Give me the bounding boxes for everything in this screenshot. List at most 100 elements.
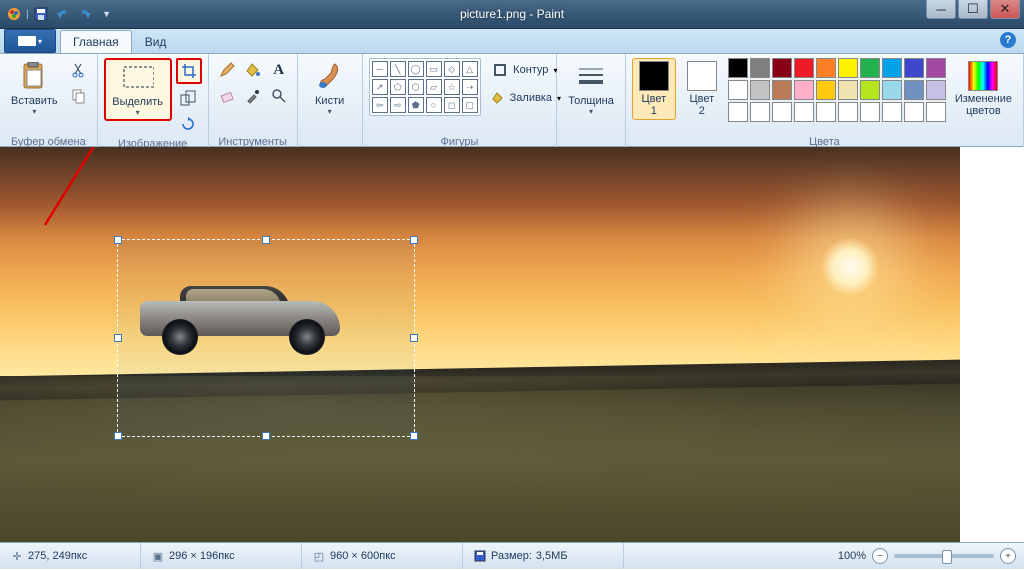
paste-label: Вставить [11,95,58,107]
palette-swatch[interactable] [926,102,946,122]
text-tool[interactable]: A [267,58,291,82]
shape-fill-label: Заливка [510,92,552,104]
disk-icon [473,549,487,563]
color1-label: Цвет 1 [642,93,667,117]
help-icon[interactable]: ? [1000,32,1016,48]
file-menu-button[interactable]: ▾ [4,29,56,53]
crop-button[interactable] [176,58,202,84]
save-icon[interactable] [31,4,51,24]
palette-swatch[interactable] [882,58,902,78]
palette-swatch[interactable] [728,102,748,122]
ribbon: Вставить ▾ Буфер обмена Выделить ▾ Изобр [0,54,1024,147]
color1-button[interactable]: Цвет 1 [632,58,676,120]
palette-swatch[interactable] [904,58,924,78]
palette-swatch[interactable] [772,58,792,78]
sun-graphic [820,237,880,297]
select-label: Выделить [112,96,163,108]
palette-swatch[interactable] [794,102,814,122]
copy-button[interactable] [67,84,91,108]
palette-swatch[interactable] [772,80,792,100]
palette-swatch[interactable] [838,58,858,78]
pencil-tool[interactable] [215,58,239,82]
palette-swatch[interactable] [750,102,770,122]
shape-outline-label: Контур [513,64,548,76]
palette-swatch[interactable] [750,80,770,100]
palette-swatch[interactable] [838,80,858,100]
shapes-gallery[interactable]: ─╲◯▭◇△ ↗⬠⬡▱☆➝ ⇦⇨⬟○◻▢ [369,58,481,116]
zoom-control: 100% − + [838,548,1016,564]
edit-colors-label: Изменение цветов [955,93,1012,117]
ribbon-tabs: ▾ Главная Вид [0,29,1024,54]
palette-swatch[interactable] [860,80,880,100]
cut-button[interactable] [67,58,91,82]
zoom-in-button[interactable]: + [1000,548,1016,564]
color-picker-tool[interactable] [241,84,265,108]
palette-swatch[interactable] [926,58,946,78]
color2-label: Цвет 2 [690,93,715,117]
color2-button[interactable]: Цвет 2 [680,58,724,120]
file-size-value: 3,5МБ [536,550,568,562]
palette-swatch[interactable] [838,102,858,122]
palette-swatch[interactable] [882,102,902,122]
qat-customize-icon[interactable]: ▼ [97,4,117,24]
crosshair-icon: ✛ [10,549,24,563]
shape-outline-button[interactable]: Контур ▾ [485,58,566,82]
shape-fill-button[interactable]: Заливка ▾ [485,86,566,110]
palette-swatch[interactable] [728,80,748,100]
thickness-label: Толщина [568,95,614,107]
palette-swatch[interactable] [750,58,770,78]
chevron-down-icon: ▾ [589,107,593,116]
resize-button[interactable] [176,86,200,110]
palette-swatch[interactable] [794,80,814,100]
palette-swatch[interactable] [926,80,946,100]
maximize-button[interactable]: ☐ [958,0,988,19]
app-icon [4,4,24,24]
palette-swatch[interactable] [860,58,880,78]
select-button[interactable]: Выделить ▾ [104,58,172,121]
tab-view[interactable]: Вид [132,30,180,53]
canvas-size-icon: ◰ [312,549,326,563]
brushes-label: Кисти [315,95,344,107]
title-bar: | ▼ picture1.png - Paint ─ ☐ ✕ [0,0,1024,29]
palette-swatch[interactable] [816,102,836,122]
palette-swatch[interactable] [816,80,836,100]
rotate-button[interactable] [176,112,200,136]
paste-button[interactable]: Вставить ▾ [6,58,63,119]
palette-swatch[interactable] [882,80,902,100]
chevron-down-icon: ▾ [136,108,140,117]
cursor-pos-value: 275, 249пкс [28,550,87,562]
palette-swatch[interactable] [816,58,836,78]
edit-colors-button[interactable]: Изменение цветов [950,58,1017,120]
status-bar: ✛ 275, 249пкс ▣ 296 × 196пкс ◰ 960 × 600… [0,542,1024,569]
rainbow-icon [968,61,998,91]
minimize-button[interactable]: ─ [926,0,956,19]
zoom-thumb[interactable] [942,550,952,564]
thickness-button[interactable]: Толщина ▾ [563,58,619,119]
zoom-slider[interactable] [894,554,994,558]
palette-swatch[interactable] [860,102,880,122]
brushes-button[interactable]: Кисти ▾ [304,58,356,119]
close-button[interactable]: ✕ [990,0,1020,19]
color1-swatch [639,61,669,91]
status-selection-size: ▣ 296 × 196пкс [141,543,302,569]
palette-swatch[interactable] [794,58,814,78]
color-palette[interactable] [728,58,946,122]
tab-home[interactable]: Главная [60,30,132,53]
canvas-area[interactable] [0,147,1024,542]
zoom-out-button[interactable]: − [872,548,888,564]
status-cursor-position: ✛ 275, 249пкс [0,543,141,569]
fill-tool[interactable] [241,58,265,82]
palette-swatch[interactable] [772,102,792,122]
selection-marquee[interactable] [117,239,415,437]
color2-swatch [687,61,717,91]
selection-size-value: 296 × 196пкс [169,550,235,562]
magnifier-tool[interactable] [267,84,291,108]
undo-icon[interactable] [53,4,73,24]
chevron-down-icon: ▾ [328,107,332,116]
palette-swatch[interactable] [728,58,748,78]
palette-swatch[interactable] [904,102,924,122]
palette-swatch[interactable] [904,80,924,100]
eraser-tool[interactable] [215,84,239,108]
redo-icon[interactable] [75,4,95,24]
file-size-label: Размер: [491,550,532,562]
